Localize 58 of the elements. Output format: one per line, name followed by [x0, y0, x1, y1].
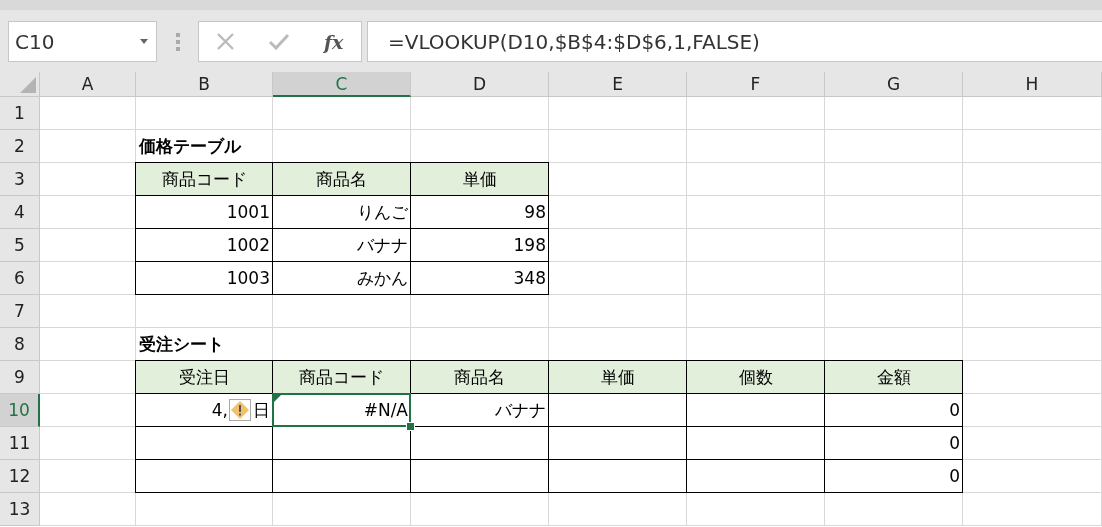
column-header[interactable]: C	[273, 72, 411, 97]
warning-icon	[231, 401, 249, 419]
error-warning-button[interactable]	[229, 399, 251, 421]
row-header[interactable]: 12	[0, 460, 40, 493]
name-box[interactable]: C10	[8, 21, 157, 62]
table-cell[interactable]: みかん	[273, 262, 410, 294]
dropdown-caret-icon[interactable]	[140, 39, 148, 44]
table-cell[interactable]: 1002	[136, 229, 272, 261]
column-heading[interactable]: 商品コード	[273, 361, 410, 393]
table-title: 受注シート	[138, 333, 224, 356]
table-cell[interactable]: 0	[825, 427, 962, 459]
column-heading[interactable]: 商品名	[273, 163, 410, 195]
table-cell[interactable]: 348	[411, 262, 548, 294]
fill-handle[interactable]	[406, 422, 415, 431]
date-text: 日	[253, 398, 270, 422]
column-header[interactable]: G	[825, 72, 963, 97]
row-header[interactable]: 1	[0, 97, 40, 130]
column-heading[interactable]: 商品コード	[136, 163, 272, 195]
table-cell[interactable]: 198	[411, 229, 548, 261]
column-header[interactable]: H	[963, 72, 1102, 97]
row-header[interactable]: 8	[0, 328, 40, 361]
table-cell[interactable]: #N/A	[273, 394, 410, 426]
row-header[interactable]: 7	[0, 295, 40, 328]
table-cell[interactable]: りんご	[273, 196, 410, 228]
column-header[interactable]: F	[687, 72, 825, 97]
table-cell[interactable]: バナナ	[273, 229, 410, 261]
column-header[interactable]: A	[40, 72, 136, 97]
table-title: 価格テーブル	[138, 135, 241, 158]
column-header[interactable]: B	[136, 72, 273, 97]
cell-reference: C10	[15, 29, 55, 54]
column-heading[interactable]: 商品名	[411, 361, 548, 393]
row-header[interactable]: 2	[0, 130, 40, 163]
column-header[interactable]: E	[549, 72, 687, 97]
row-header[interactable]: 13	[0, 493, 40, 526]
row-header[interactable]: 4	[0, 196, 40, 229]
table-cell[interactable]: 1003	[136, 262, 272, 294]
table-cell[interactable]: バナナ	[411, 394, 548, 426]
table-cell[interactable]: 1001	[136, 196, 272, 228]
row-header[interactable]: 10	[0, 394, 40, 427]
row-header[interactable]: 3	[0, 163, 40, 196]
grip-dots-icon	[176, 32, 180, 51]
column-heading[interactable]: 個数	[687, 361, 824, 393]
table-cell[interactable]: 0	[825, 394, 962, 426]
formula-field[interactable]: =VLOOKUP(D10,$B$4:$D$6,1,FALSE)	[367, 21, 1102, 62]
checkmark-icon[interactable]	[268, 33, 289, 50]
insert-function-button[interactable]: fx	[323, 30, 344, 53]
row-header[interactable]: 6	[0, 262, 40, 295]
column-heading[interactable]: 金額	[825, 361, 962, 393]
column-heading[interactable]: 単価	[549, 361, 686, 393]
column-heading[interactable]: 受注日	[136, 361, 272, 393]
column-header[interactable]: D	[411, 72, 549, 97]
column-heading[interactable]: 単価	[411, 163, 548, 195]
date-text: 4,	[211, 400, 228, 420]
table-cell[interactable]: 98	[411, 196, 548, 228]
table-cell[interactable]: 0	[825, 460, 962, 492]
row-header[interactable]: 5	[0, 229, 40, 262]
row-header[interactable]: 9	[0, 361, 40, 394]
row-header[interactable]: 11	[0, 427, 40, 460]
